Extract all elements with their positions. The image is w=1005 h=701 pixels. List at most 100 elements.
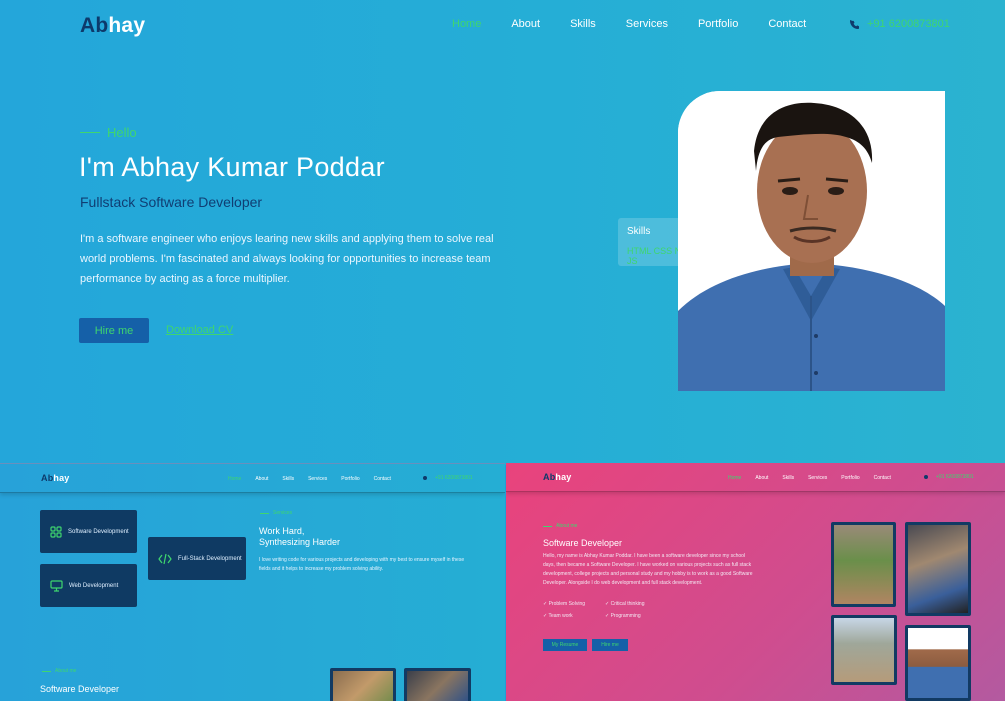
service-card-fullstack: Full-Stack Development (148, 537, 246, 580)
nav-about[interactable]: About (511, 18, 540, 30)
preview-logo: Abhay (41, 473, 70, 483)
preview2-photo-2-image (908, 525, 968, 613)
preview-photo-1 (330, 668, 396, 701)
preview2-eyebrow-line (543, 525, 552, 527)
grid-icon (50, 525, 62, 538)
preview-nav-contact: Contact (373, 476, 391, 482)
greeting-text: Hello (107, 125, 137, 140)
preview-phone: +91 6200873801 (423, 475, 473, 481)
about-eyebrow: About me (42, 668, 76, 674)
service-card-fullstack-label: Full-Stack Development (178, 555, 242, 562)
preview2-eyebrow-text: About me (556, 523, 578, 529)
preview2-photo-4 (905, 625, 971, 701)
services-heading: Work Hard, Synthesizing Harder (259, 526, 340, 548)
logo-part-2: hay (108, 14, 146, 37)
preview2-nav-services: Services (808, 475, 828, 481)
phone-icon (850, 19, 859, 29)
service-card-web-label: Web Development (69, 582, 119, 589)
feature-programming-label: Programming (610, 613, 641, 619)
feature-programming: ✓ Programming (605, 613, 641, 619)
preview2-photo-3 (831, 615, 897, 685)
preview-logo-part-2: hay (53, 473, 70, 483)
hire-me-button[interactable]: Hire me (79, 318, 149, 343)
feature-team-work-label: Team work (548, 613, 573, 619)
preview2-nav-home: Home (728, 475, 742, 481)
preview2-eyebrow: About me (543, 523, 577, 529)
site-logo[interactable]: Abhay (80, 14, 145, 38)
preview2-nav: Home About Skills Services Portfolio Con… (728, 475, 891, 481)
preview2-hire-button: Hire me (592, 639, 628, 651)
nav-skills[interactable]: Skills (570, 18, 596, 30)
about-eyebrow-line (42, 670, 51, 672)
nav-contact[interactable]: Contact (768, 18, 806, 30)
feature-problem-solving: ✓ Problem Solving (543, 601, 585, 607)
services-eyebrow: Services (260, 510, 292, 516)
preview2-nav-about: About (755, 475, 769, 481)
preview-phone-icon (423, 476, 427, 480)
greeting-line (80, 132, 100, 133)
preview2-text: Hello, my name is Abhay Kumar Poddar. I … (543, 553, 753, 586)
services-heading-line-1: Work Hard, (259, 526, 305, 536)
profile-photo (678, 91, 945, 391)
preview2-logo-part-1: Ab (543, 472, 556, 482)
preview2-title: Software Developer (543, 538, 623, 548)
preview-nav-portfolio: Portfolio (341, 476, 360, 482)
nav-services[interactable]: Services (626, 18, 668, 30)
preview2-logo: Abhay (543, 472, 572, 482)
preview2-nav-contact: Contact (873, 475, 891, 481)
preview-phone-number: +91 6200873801 (435, 475, 473, 481)
about-preview[interactable]: Abhay Home About Skills Services Portfol… (506, 463, 1005, 701)
download-cv-link[interactable]: Download CV (166, 324, 233, 336)
about-eyebrow-text: About me (55, 668, 77, 674)
monitor-icon (50, 579, 63, 592)
phone-number: +91 6200873801 (867, 18, 950, 30)
nav-home[interactable]: Home (452, 18, 481, 30)
service-card-software-label: Software Development (68, 528, 129, 535)
preview-logo-part-1: Ab (41, 473, 54, 483)
feature-critical-thinking: ✓ Critical thinking (605, 601, 645, 607)
service-card-software: Software Development (40, 510, 137, 553)
hero-section: Abhay Home About Skills Services Portfol… (0, 0, 1005, 465)
preview-nav-skills: Skills (282, 476, 295, 482)
preview2-nav-skills: Skills (782, 475, 795, 481)
services-heading-line-2: Synthesizing Harder (259, 537, 341, 547)
preview-photo-2 (404, 668, 471, 701)
services-preview[interactable]: Abhay Home About Skills Services Portfol… (0, 463, 505, 701)
preview2-phone-number: +91 6200873801 (936, 474, 974, 480)
preview2-photo-1 (831, 522, 896, 607)
feature-critical-thinking-label: Critical thinking (610, 601, 645, 607)
preview-photo-2-image (407, 671, 468, 701)
preview-nav-about: About (255, 476, 269, 482)
phone-contact[interactable]: +91 6200873801 (850, 18, 950, 30)
preview2-phone: +91 6200873801 (924, 474, 974, 480)
about-title: Software Developer (40, 684, 120, 694)
hero-title: I'm Abhay Kumar Poddar (79, 152, 385, 182)
preview-nav-home: Home (228, 476, 242, 482)
services-eyebrow-line (260, 512, 269, 514)
preview2-logo-part-2: hay (555, 472, 572, 482)
preview2-photo-2 (905, 522, 971, 616)
preview2-photo-1-image (834, 525, 893, 604)
hero-description: I'm a software engineer who enjoys leari… (80, 233, 494, 285)
preview2-phone-icon (924, 475, 928, 479)
feature-team-work: ✓ Team work (543, 613, 573, 619)
preview2-photo-3-image (834, 618, 894, 682)
services-text: I love writing code for various projects… (259, 557, 465, 572)
preview2-features: ✓ Problem Solving ✓ Critical thinking ✓ … (543, 601, 673, 619)
preview2-nav-portfolio: Portfolio (841, 475, 860, 481)
logo-part-1: Ab (80, 14, 109, 37)
preview-photo-1-image (333, 671, 393, 701)
hero-role: Fullstack Software Developer (80, 194, 263, 210)
main-nav: Home About Skills Services Portfolio Con… (452, 18, 806, 30)
skills-card-title: Skills (627, 226, 651, 237)
feature-problem-solving-label: Problem Solving (548, 601, 585, 607)
preview2-resume-button: My Resume (543, 639, 587, 651)
service-card-web: Web Development (40, 564, 137, 607)
preview2-photo-4-image (908, 628, 968, 698)
code-icon (158, 553, 172, 564)
preview-nav-services: Services (308, 476, 328, 482)
nav-portfolio[interactable]: Portfolio (698, 18, 738, 30)
greeting: Hello (80, 125, 137, 140)
services-eyebrow-text: Services (273, 510, 293, 516)
profile-portrait-image (678, 91, 945, 391)
